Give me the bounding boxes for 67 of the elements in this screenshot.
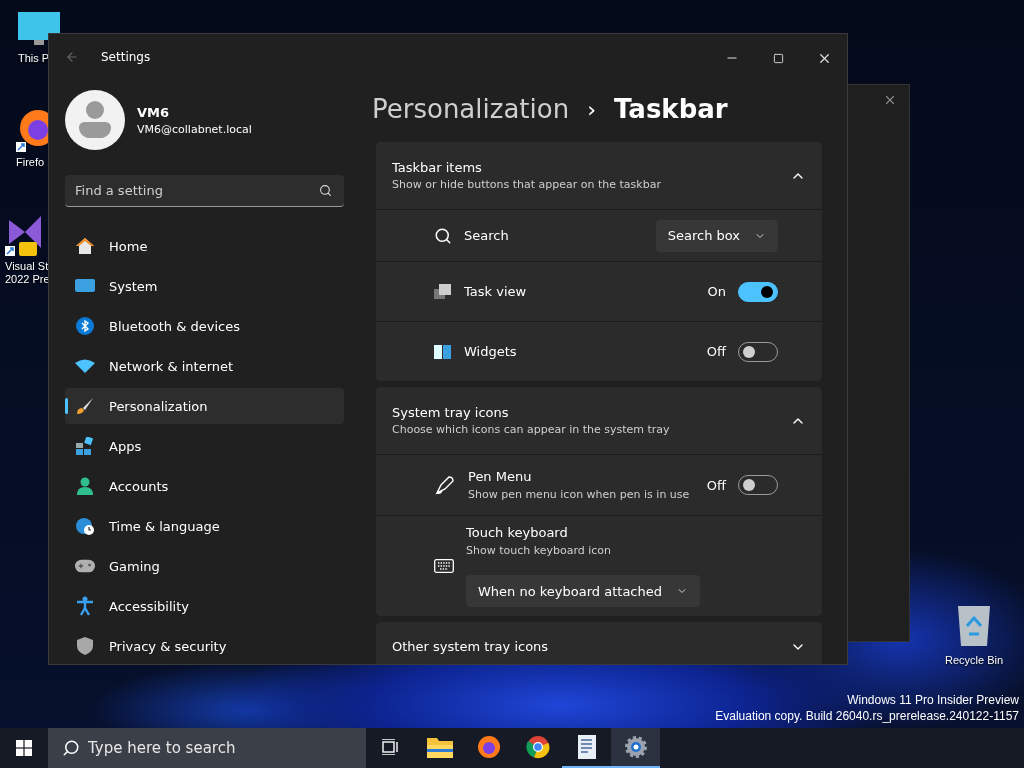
toggle-switch[interactable] <box>738 281 778 302</box>
search-icon <box>319 184 332 197</box>
nav-item[interactable]: Gaming <box>65 548 344 584</box>
nav-item[interactable]: Accessibility <box>65 588 344 624</box>
widgets-icon <box>434 343 452 360</box>
keyboard-dropdown[interactable]: When no keyboard attached <box>466 575 700 607</box>
accessibility-icon <box>76 596 94 616</box>
search-dropdown[interactable]: Search box <box>655 219 778 252</box>
search-icon <box>434 226 452 245</box>
nav-item[interactable]: Bluetooth & devices <box>65 308 344 344</box>
avatar-silhouette <box>65 90 125 150</box>
task-view-icon <box>434 283 452 300</box>
recycle-bin-icon <box>956 604 993 646</box>
toggle-state-text: On <box>707 284 726 299</box>
maximize-icon <box>772 52 784 64</box>
setting-label: Widgets <box>464 344 518 359</box>
setting-label: Search <box>464 228 510 243</box>
os-build-text: Windows 11 Pro Insider Preview Evaluation copy. Build 26040.rs_prerelease.240122-1157 <box>715 692 1019 724</box>
browser-fox-icon <box>476 735 501 759</box>
setting-label: Task view <box>464 284 528 299</box>
breadcrumb-separator: › <box>587 96 596 122</box>
nav-item[interactable]: Time & language <box>65 508 344 544</box>
nav-item[interactable]: System <box>65 268 344 304</box>
search-icon <box>62 739 80 757</box>
folder-icon <box>426 736 453 758</box>
document-icon <box>577 735 596 759</box>
desktop-icon-label[interactable]: Visual St <box>5 260 49 273</box>
nav-item[interactable]: Accounts <box>65 468 344 504</box>
close-icon <box>883 93 897 107</box>
browser-circle-icon <box>525 735 550 759</box>
desktop-icon-label[interactable]: This P <box>18 52 50 65</box>
globe-clock-icon <box>75 516 95 536</box>
pen-icon <box>434 474 456 496</box>
wifi-icon <box>75 359 95 373</box>
user-email: VM6@collabnet.local <box>137 122 252 136</box>
taskbar-search-field[interactable]: Type here to search <box>48 728 366 768</box>
nav-item[interactable]: Privacy & security <box>65 628 344 664</box>
toggle-state-text: Off <box>706 344 726 359</box>
bluetooth-icon <box>76 317 94 335</box>
monitor-icon <box>75 278 95 294</box>
setting-label: Touch keyboard <box>466 525 569 540</box>
gamepad-icon <box>75 559 95 573</box>
user-name: VM6 <box>137 104 171 120</box>
nav-item[interactable]: Personalization <box>65 388 344 424</box>
setting-description: Show touch keyboard icon <box>466 544 613 557</box>
nav-item[interactable]: Home <box>65 228 344 264</box>
page-title: Taskbar <box>613 94 728 124</box>
nav-item[interactable]: Network & internet <box>65 348 344 384</box>
monitor-icon <box>18 12 60 48</box>
apps-icon <box>76 437 94 455</box>
toggle-state-text: Off <box>706 477 726 493</box>
shield-icon <box>76 636 94 656</box>
nav-item[interactable]: Apps <box>65 428 344 464</box>
desktop-icon-label[interactable]: Firefo <box>16 156 45 169</box>
windows-logo-icon <box>16 740 32 756</box>
house-icon <box>75 236 95 256</box>
search-field[interactable]: Find a setting <box>65 175 344 207</box>
gear-icon <box>623 735 648 759</box>
setting-description: Show pen menu icon when pen is in use <box>468 488 691 501</box>
setting-label: Pen Menu <box>468 469 533 484</box>
desktop-icon-label[interactable]: Recycle Bin <box>945 654 1004 667</box>
task-view-icon <box>381 739 400 755</box>
person-icon <box>76 477 94 495</box>
breadcrumb-link[interactable]: Personalization <box>372 94 570 124</box>
taskbar-app-button[interactable] <box>611 728 660 768</box>
keyboard-icon <box>434 559 454 573</box>
window-title: Settings <box>101 50 152 64</box>
